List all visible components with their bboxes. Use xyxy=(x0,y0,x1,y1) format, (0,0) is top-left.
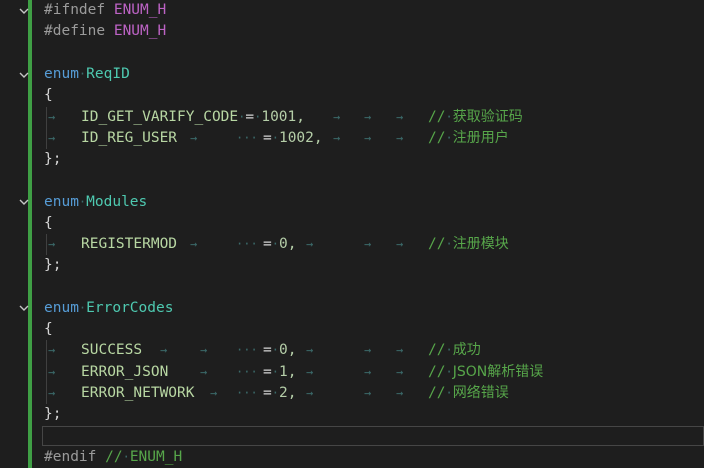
current-line-highlight[interactable] xyxy=(42,426,704,446)
tab-arrow-icon: → xyxy=(333,109,341,124)
enum-keyword: enum xyxy=(44,66,79,82)
tab-arrow-icon: → xyxy=(48,364,56,379)
code-line-12[interactable]: → REGISTERMOD → ··· =·0, → → → //·注册模块 xyxy=(0,234,704,256)
indent-guide xyxy=(46,127,47,150)
code-editor[interactable]: #ifndef ENUM_H #define ENUM_H enum·ReqID… xyxy=(0,0,704,468)
enumerator-name: REGISTERMOD xyxy=(81,236,178,253)
tab-arrow-icon: → xyxy=(160,343,168,358)
comment-text: ENUM_H xyxy=(129,448,183,465)
fold-chevron-icon[interactable] xyxy=(16,298,32,319)
directive: #endif xyxy=(44,448,97,465)
code-line-18[interactable]: → ERROR_JSON → ··· =·1, → → → //·JSON解析错… xyxy=(0,361,704,383)
brace-open: { xyxy=(44,214,53,231)
tab-arrow-icon: → xyxy=(210,385,218,400)
enumerator-name: ERROR_NETWORK xyxy=(81,384,195,401)
fold-chevron-icon[interactable] xyxy=(16,0,32,21)
brace-open: { xyxy=(44,87,53,104)
code-line-2[interactable]: #define ENUM_H xyxy=(0,21,704,42)
enumerator-name: ID_GET_VARIFY_CODE xyxy=(81,108,239,125)
tab-arrow-icon: → xyxy=(396,385,404,400)
macro-name: ENUM_H xyxy=(113,2,167,18)
code-line-19[interactable]: → ERROR_NETWORK → ··· =·2, → → → //·网络错误 xyxy=(0,382,704,405)
brace-open: { xyxy=(44,321,53,337)
tab-arrow-icon: → xyxy=(396,237,404,252)
tab-arrow-icon: → xyxy=(333,130,341,145)
enum-name: Modules xyxy=(86,193,148,210)
code-line-13[interactable]: }; xyxy=(0,255,704,276)
indent-guide xyxy=(46,361,47,383)
tab-arrow-icon: → xyxy=(48,237,56,252)
code-line-20[interactable]: }; xyxy=(0,404,704,425)
tab-arrow-icon: → xyxy=(306,385,314,400)
tab-arrow-icon: → xyxy=(306,237,314,252)
enumerator-name: ERROR_JSON xyxy=(81,363,169,380)
macro-name: ENUM_H xyxy=(113,23,167,40)
brace-close: }; xyxy=(44,406,62,423)
tab-arrow-icon: → xyxy=(306,364,314,379)
brace-close: }; xyxy=(44,257,62,274)
tab-arrow-icon: → xyxy=(48,343,56,358)
enum-keyword: enum xyxy=(44,299,79,316)
fold-chevron-icon[interactable] xyxy=(16,64,32,85)
tab-arrow-icon: → xyxy=(200,364,208,379)
tab-arrow-icon: → xyxy=(306,343,314,358)
directive: #ifndef xyxy=(44,2,106,18)
enum-keyword: enum xyxy=(44,193,79,210)
directive: #define xyxy=(44,23,106,40)
tab-arrow-icon: → xyxy=(364,343,372,358)
fold-chevron-icon[interactable] xyxy=(16,192,32,213)
tab-arrow-icon: → xyxy=(364,130,372,145)
indent-guide xyxy=(46,340,47,362)
code-line-11[interactable]: { xyxy=(0,213,704,234)
enum-name: ErrorCodes xyxy=(86,299,174,316)
code-line-16[interactable]: { xyxy=(0,319,704,340)
code-line-15[interactable]: enum·ErrorCodes xyxy=(0,298,704,319)
tab-arrow-icon: → xyxy=(364,109,372,124)
tab-arrow-icon: → xyxy=(48,130,56,145)
tab-arrow-icon: → xyxy=(364,237,372,252)
tab-arrow-icon: → xyxy=(364,385,372,400)
tab-arrow-icon: → xyxy=(364,364,372,379)
code-line-8[interactable]: }; xyxy=(0,149,704,170)
enumerator-value: 0, xyxy=(278,342,297,359)
enumerator-name: SUCCESS xyxy=(81,342,143,359)
tab-arrow-icon: → xyxy=(396,130,404,145)
comment-text: 注册模块 xyxy=(452,236,509,253)
brace-close: }; xyxy=(44,151,62,168)
code-line-5[interactable]: { xyxy=(0,85,704,106)
tab-arrow-icon: → xyxy=(396,343,404,358)
enum-name: ReqID xyxy=(86,66,130,82)
indent-guide xyxy=(46,382,47,405)
comment-text: 成功 xyxy=(452,342,481,359)
comment-text: 获取验证码 xyxy=(452,108,523,125)
code-line-22[interactable]: #endif //·ENUM_H xyxy=(0,447,704,468)
tab-arrow-icon: → xyxy=(396,109,404,124)
tab-arrow-icon: → xyxy=(190,130,198,145)
comment-text: JSON解析错误 xyxy=(452,363,544,380)
code-line-1[interactable]: #ifndef ENUM_H xyxy=(0,0,704,21)
enumerator-value: 0, xyxy=(278,236,297,253)
code-line-10[interactable]: enum·Modules xyxy=(0,192,704,213)
indent-guide xyxy=(46,234,47,256)
tab-arrow-icon: → xyxy=(48,385,56,400)
enumerator-value: 1001, xyxy=(261,108,305,125)
indent-guide xyxy=(46,106,47,128)
tab-arrow-icon: → xyxy=(190,237,198,252)
comment-text: 注册用户 xyxy=(452,129,509,146)
tab-arrow-icon: → xyxy=(200,343,208,358)
enumerator-value: 1, xyxy=(278,363,297,380)
code-line-4[interactable]: enum·ReqID xyxy=(0,64,704,85)
enumerator-value: 2, xyxy=(278,384,297,401)
tab-arrow-icon: → xyxy=(48,109,56,124)
code-line-17[interactable]: → SUCCESS → → ··· =·0, → → → //·成功 xyxy=(0,340,704,362)
enumerator-name: ID_REG_USER xyxy=(81,129,178,146)
tab-arrow-icon: → xyxy=(396,364,404,379)
comment-text: 网络错误 xyxy=(452,384,509,401)
code-line-6[interactable]: → ID_GET_VARIFY_CODE·=·1001, → → → //·获取… xyxy=(0,106,704,128)
code-line-7[interactable]: → ID_REG_USER → ··· =·1002, → → → //·注册用… xyxy=(0,127,704,150)
enumerator-value: 1002, xyxy=(278,129,323,146)
